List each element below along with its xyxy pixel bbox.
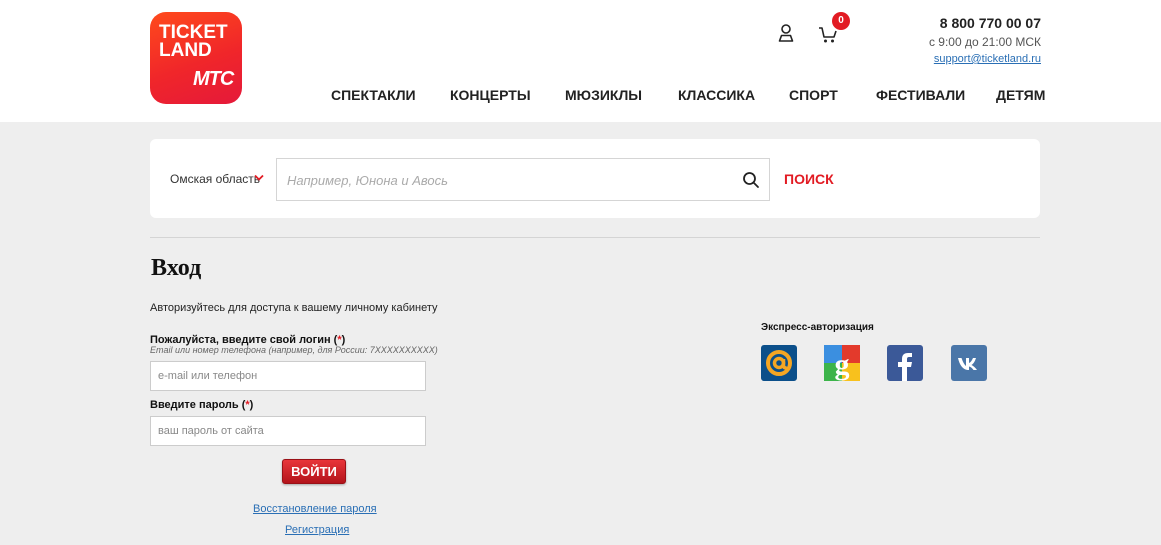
search-input[interactable]	[287, 171, 707, 189]
facebook-login-button[interactable]	[887, 345, 923, 381]
vk-login-button[interactable]	[951, 345, 987, 381]
logo-line-2: LAND	[159, 40, 212, 61]
nav-item-detyam[interactable]: ДЕТЯМ	[996, 87, 1045, 103]
nav-item-spektakli[interactable]: СПЕКТАКЛИ	[331, 87, 416, 103]
chevron-down-icon[interactable]	[254, 174, 264, 182]
mail-ru-icon	[766, 350, 792, 376]
nav-item-myuzikly[interactable]: МЮЗИКЛЫ	[565, 87, 642, 103]
svg-text:g: g	[835, 348, 850, 381]
login-input[interactable]	[150, 361, 426, 391]
password-label-text: Введите пароль (	[150, 399, 246, 411]
google-icon: g	[824, 345, 860, 381]
search-box	[276, 158, 770, 201]
support-phone[interactable]: 8 800 770 00 07	[940, 15, 1041, 31]
support-email-link[interactable]: support@ticketland.ru	[934, 53, 1041, 65]
nav-item-festivali[interactable]: ФЕСТИВАЛИ	[876, 87, 965, 103]
page-title: Вход	[151, 255, 202, 281]
label-close: )	[249, 399, 254, 411]
facebook-icon	[898, 353, 912, 381]
ticketland-logo[interactable]: TICKET LAND МТС	[150, 12, 242, 104]
login-field-hint: Email или номер телефона (например, для …	[150, 345, 438, 355]
divider	[150, 237, 1040, 238]
site-header: TICKET LAND МТС 0 8 800 770 00 07 с 9:00…	[0, 0, 1161, 122]
search-panel: Омская область ПОИСК	[150, 139, 1040, 218]
login-subtitle: Авторизуйтесь для доступа к вашему лично…	[150, 302, 438, 314]
search-button[interactable]: ПОИСК	[784, 171, 834, 187]
region-selector[interactable]: Омская область	[170, 172, 260, 186]
nav-item-sport[interactable]: СПОРТ	[789, 87, 838, 103]
login-submit-button[interactable]: ВОЙТИ	[282, 459, 346, 484]
nav-item-koncerty[interactable]: КОНЦЕРТЫ	[450, 87, 531, 103]
search-icon[interactable]	[742, 171, 760, 189]
password-field-label: Введите пароль (*)	[150, 399, 253, 411]
support-hours: с 9:00 до 21:00 МСК	[928, 35, 1041, 49]
mail-ru-login-button[interactable]	[761, 345, 797, 381]
password-input[interactable]	[150, 416, 426, 446]
user-icon[interactable]	[778, 24, 794, 42]
vk-icon	[958, 358, 977, 370]
cart-count-badge: 0	[832, 12, 850, 30]
register-link[interactable]: Регистрация	[285, 524, 349, 536]
recover-password-link[interactable]: Восстановление пароля	[253, 503, 377, 515]
express-auth-title: Экспресс-авторизация	[761, 322, 874, 333]
logo-line-3: МТС	[193, 68, 234, 90]
nav-item-klassika[interactable]: КЛАССИКА	[678, 87, 755, 103]
google-login-button[interactable]: g	[824, 345, 860, 381]
